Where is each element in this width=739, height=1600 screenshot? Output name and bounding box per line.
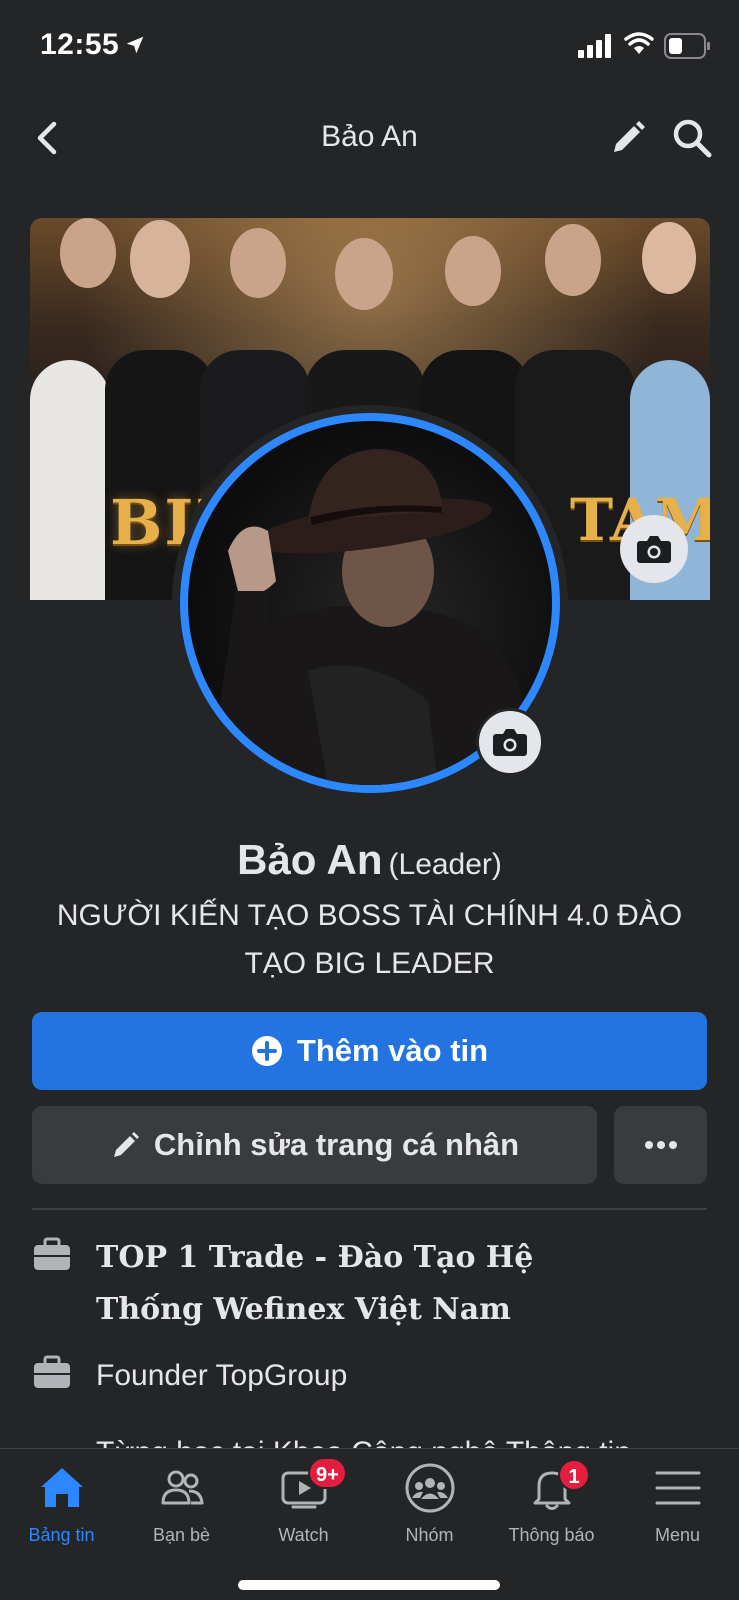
briefcase-icon	[34, 1237, 70, 1270]
info-row-founder[interactable]: Founder TopGroup	[32, 1350, 347, 1402]
plus-circle-icon	[251, 1036, 282, 1066]
status-bar: 12:55	[0, 0, 739, 92]
tab-notifications[interactable]: Thông báo 1	[490, 1459, 613, 1546]
camera-icon	[493, 729, 527, 756]
more-dots-icon	[644, 1141, 677, 1149]
search-icon[interactable]	[670, 116, 714, 160]
pencil-edit-icon[interactable]	[608, 118, 648, 158]
tab-label: Bảng tin	[28, 1525, 95, 1545]
home-indicator	[238, 1580, 500, 1590]
location-arrow-icon	[126, 36, 144, 54]
profile-bio: NGƯỜI KIẾN TẠO BOSS TÀI CHÍNH 4.0 ĐÀO TẠ…	[56, 899, 683, 980]
briefcase-icon	[34, 1355, 70, 1388]
profile-header: Bảo An	[0, 100, 739, 180]
tab-label: Watch	[278, 1525, 329, 1545]
status-time: 12:55	[40, 28, 120, 61]
info-row-work[interactable]: TOP 1 Trade - Đào Tạo Hệ Thống Wefinex V…	[32, 1232, 636, 1336]
profile-name: Bảo An	[237, 836, 383, 883]
bottom-tab-bar: Bảng tin Bạn bè Watch 9+ Nhóm Thông báo …	[0, 1448, 739, 1600]
notifications-badge: 1	[558, 1459, 590, 1491]
cover-camera-button[interactable]	[620, 515, 688, 583]
info-work-text: TOP 1 Trade - Đào Tạo Hệ Thống Wefinex V…	[96, 1240, 534, 1327]
tab-label: Thông báo	[508, 1525, 595, 1545]
menu-icon	[655, 1471, 700, 1505]
avatar-camera-button[interactable]	[476, 708, 544, 776]
tab-menu[interactable]: Menu	[616, 1461, 739, 1546]
add-to-story-button[interactable]: Thêm vào tin	[32, 1012, 707, 1090]
battery-icon	[664, 33, 710, 59]
edit-profile-label: Chỉnh sửa trang cá nhân	[153, 1127, 520, 1162]
profile-alternate-name: (Leader)	[388, 848, 502, 881]
cellular-signal-icon	[578, 34, 611, 58]
tab-watch[interactable]: Watch 9+	[242, 1457, 365, 1546]
profile-name-row: Bảo An (Leader)	[0, 836, 739, 884]
tab-news-feed[interactable]: Bảng tin	[0, 1461, 123, 1546]
wifi-icon	[624, 32, 654, 54]
more-options-button[interactable]	[614, 1106, 707, 1184]
watch-badge: 9+	[308, 1457, 347, 1489]
tab-groups[interactable]: Nhóm	[368, 1461, 491, 1546]
info-founder-text: Founder TopGroup	[96, 1359, 348, 1392]
friends-icon	[161, 1470, 203, 1505]
tab-label: Bạn bè	[152, 1525, 211, 1545]
pencil-icon	[113, 1132, 139, 1157]
edit-profile-button[interactable]: Chỉnh sửa trang cá nhân	[32, 1106, 597, 1184]
tab-label: Menu	[654, 1525, 701, 1545]
tab-label: Nhóm	[405, 1525, 454, 1545]
tab-friends[interactable]: Bạn bè	[120, 1461, 243, 1546]
groups-icon	[405, 1463, 454, 1513]
divider	[32, 1208, 707, 1210]
add-to-story-label: Thêm vào tin	[296, 1033, 489, 1068]
camera-icon	[637, 536, 671, 563]
home-icon	[40, 1468, 83, 1507]
